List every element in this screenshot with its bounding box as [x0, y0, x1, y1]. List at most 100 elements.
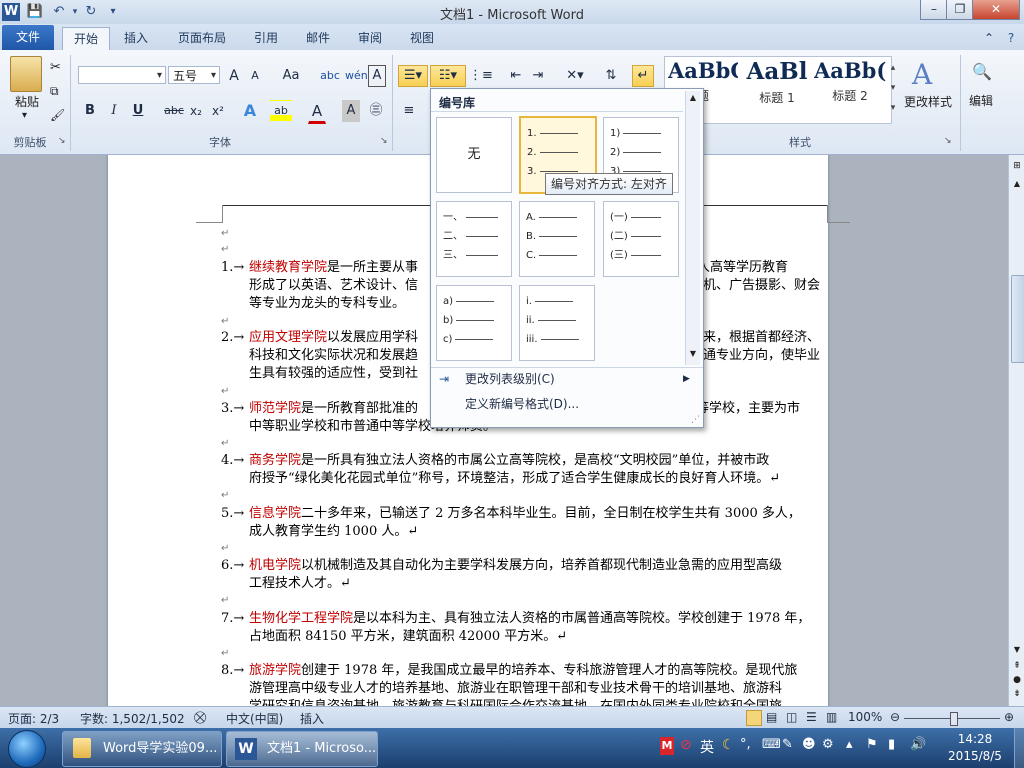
paste-button[interactable]: 粘贴: [10, 93, 44, 110]
change-styles-icon[interactable]: A: [912, 58, 932, 91]
list-item[interactable]: 5.→ 信息学院二十多年来，已输送了 2 万多名本科毕业生。目前，全日制在校学生…: [221, 505, 831, 541]
volume-icon[interactable]: 🔊: [910, 737, 926, 752]
char-border-button[interactable]: A: [368, 65, 386, 87]
ruler-toggle-icon[interactable]: ⊞: [1011, 161, 1023, 173]
zoom-out-icon[interactable]: ⊖: [890, 710, 900, 724]
browse-object-icon[interactable]: ●: [1011, 675, 1023, 685]
numbering-format-lower-alpha[interactable]: a) b) c): [436, 285, 512, 361]
change-case-button[interactable]: Aa: [278, 65, 304, 87]
gallery-scroll-down-icon[interactable]: ▼: [687, 349, 699, 358]
page-count[interactable]: 页面: 2/3: [8, 710, 59, 727]
tab-page-layout[interactable]: 页面布局: [170, 27, 234, 49]
ribbon-minimize-icon[interactable]: ⌃: [980, 27, 998, 49]
help-icon[interactable]: ?: [1002, 27, 1020, 49]
editing-button[interactable]: 编辑: [966, 92, 996, 109]
numbering-format-chinese[interactable]: 一、 二、 三、: [436, 201, 512, 277]
show-desktop-button[interactable]: [1014, 728, 1024, 768]
show-marks-icon[interactable]: ↵: [632, 65, 654, 87]
zoom-slider-thumb[interactable]: [950, 712, 958, 726]
proofing-icon[interactable]: ⛒: [194, 710, 206, 725]
style-heading-1[interactable]: AaBl 标题 1: [742, 58, 812, 120]
chinese-layout-icon[interactable]: ✕▾: [562, 65, 588, 87]
network-icon[interactable]: ▮: [888, 737, 895, 752]
superscript-button[interactable]: x²: [208, 100, 228, 122]
clear-format-button[interactable]: abc: [318, 65, 342, 87]
keyboard-icon[interactable]: ⌨: [762, 737, 781, 752]
text-effect-button[interactable]: A: [240, 100, 260, 122]
insert-mode[interactable]: 插入: [300, 710, 324, 727]
style-heading-2[interactable]: AaBb( 标题 2: [814, 58, 886, 120]
decrease-indent-icon[interactable]: ⇤: [506, 65, 526, 87]
restore-button[interactable]: ❐: [946, 0, 974, 20]
web-layout-icon[interactable]: ◫: [786, 710, 797, 724]
list-item[interactable]: 7.→ 生物化学工程学院是以本科为主、具有独立法人资格的市属普通高等院校。学校创…: [221, 610, 831, 646]
change-list-level-menu-item[interactable]: ⇥ 更改列表级别(C) ▶: [439, 368, 695, 390]
italic-button[interactable]: I: [104, 100, 124, 122]
print-layout-icon[interactable]: [746, 710, 762, 726]
numbering-format-lower-roman[interactable]: i. ii. iii.: [519, 285, 595, 361]
strikethrough-button[interactable]: abc: [162, 100, 186, 122]
paste-dropdown-icon[interactable]: ▾: [22, 110, 27, 121]
tab-view[interactable]: 视图: [402, 27, 442, 49]
numbering-format-upper-alpha[interactable]: A. B. C.: [519, 201, 595, 277]
tab-insert[interactable]: 插入: [116, 27, 156, 49]
font-color-button[interactable]: A: [308, 100, 326, 124]
full-screen-icon[interactable]: ▤: [766, 710, 777, 724]
font-name-combo[interactable]: [78, 66, 166, 85]
tab-home[interactable]: 开始: [62, 27, 110, 51]
gallery-scrollbar[interactable]: ▲ ▼: [685, 91, 700, 365]
paste-icon[interactable]: [10, 56, 42, 92]
font-size-combo[interactable]: 五号: [168, 66, 220, 85]
tab-references[interactable]: 引用: [246, 27, 286, 49]
change-styles-button[interactable]: 更改样式: [900, 93, 956, 110]
styles-launcher-icon[interactable]: ↘: [944, 136, 952, 146]
tab-file[interactable]: 文件: [2, 25, 54, 50]
action-center-icon[interactable]: ⚑: [866, 737, 878, 752]
define-new-number-format-menu-item[interactable]: 定义新编号格式(D)...: [439, 393, 695, 415]
multilevel-list-icon[interactable]: ⋮≡: [468, 65, 494, 87]
increase-indent-icon[interactable]: ⇥: [528, 65, 548, 87]
align-left-icon[interactable]: ≡: [398, 100, 420, 122]
start-button[interactable]: [8, 730, 46, 768]
char-shading-button[interactable]: A: [342, 100, 360, 122]
taskbar-item-folder[interactable]: Word导学实验09...: [62, 731, 222, 767]
draft-icon[interactable]: ▥: [826, 710, 837, 724]
cut-icon[interactable]: ✂: [50, 60, 61, 75]
ime-moon-icon[interactable]: ☾: [722, 737, 735, 753]
ime-block-icon[interactable]: ⊘: [680, 737, 692, 753]
ime-m-icon[interactable]: M: [660, 737, 674, 755]
numbering-button[interactable]: ☷▾: [430, 65, 466, 87]
taskbar-item-word[interactable]: W 文档1 - Microso...: [226, 731, 378, 767]
scroll-thumb[interactable]: [1011, 275, 1024, 363]
prev-page-icon[interactable]: ⇞: [1011, 661, 1023, 671]
tab-review[interactable]: 审阅: [350, 27, 390, 49]
language-indicator[interactable]: 中文(中国): [226, 710, 283, 727]
outline-icon[interactable]: ☰: [806, 710, 817, 724]
ime-settings-icon[interactable]: ⚙: [822, 737, 834, 752]
underline-button[interactable]: U: [128, 100, 148, 122]
copy-icon[interactable]: ⧉: [50, 84, 59, 99]
clock-date[interactable]: 2015/8/5: [940, 749, 1010, 763]
next-page-icon[interactable]: ⇟: [1011, 689, 1023, 699]
close-button[interactable]: ✕: [972, 0, 1020, 20]
bullets-button[interactable]: ☰▾: [398, 65, 428, 87]
list-item[interactable]: 4.→ 商务学院是一所具有独立法人资格的市属公立高等院校，是高校“文明校园”单位…: [221, 452, 831, 488]
zoom-level[interactable]: 100%: [848, 710, 882, 724]
scroll-up-icon[interactable]: ▲: [1011, 179, 1023, 188]
list-item[interactable]: 6.→ 机电学院以机械制造及其自动化为主要学科发展方向，培养首都现代制造业急需的…: [221, 557, 831, 593]
numbering-format-chinese-paren[interactable]: (一) (二) (三): [603, 201, 679, 277]
tab-mailings[interactable]: 邮件: [298, 27, 338, 49]
subscript-button[interactable]: x₂: [186, 100, 206, 122]
numbering-none[interactable]: 无: [436, 117, 512, 193]
highlight-button[interactable]: ab: [270, 100, 292, 122]
tool-icon[interactable]: ✎: [782, 737, 793, 752]
font-launcher-icon[interactable]: ↘: [380, 136, 388, 146]
scroll-down-icon[interactable]: ▼: [1011, 645, 1023, 654]
find-icon[interactable]: 🔍: [972, 62, 992, 81]
skin-icon[interactable]: ☻: [802, 737, 816, 752]
shrink-font-button[interactable]: A: [246, 65, 264, 87]
ime-language[interactable]: 英: [700, 737, 714, 757]
styles-scroll-icon[interactable]: ▴ ▾ ▾: [888, 58, 898, 118]
phonetic-guide-button[interactable]: wén: [344, 65, 368, 87]
grow-font-button[interactable]: A: [224, 65, 244, 87]
